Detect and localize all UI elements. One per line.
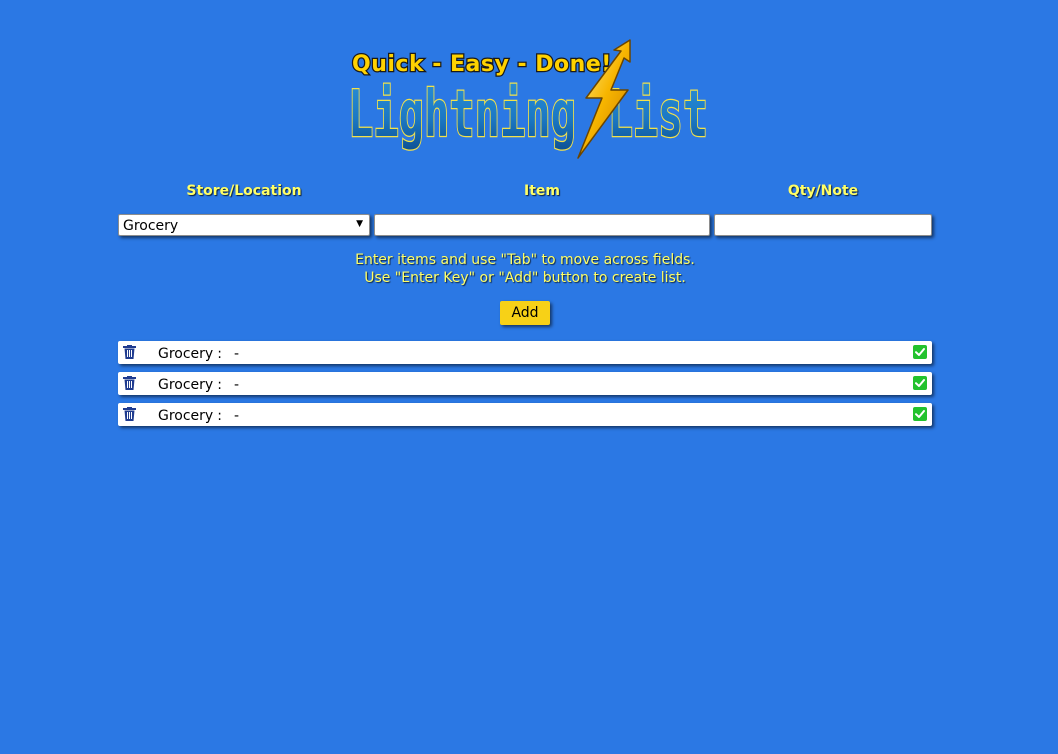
instructions-line-2: Use "Enter Key" or "Add" button to creat… xyxy=(364,270,686,286)
add-button[interactable]: Add xyxy=(500,301,550,325)
item-header: Item xyxy=(524,183,560,199)
check-box-icon[interactable] xyxy=(913,345,927,359)
instructions: Enter items and use "Tab" to move across… xyxy=(118,251,932,287)
list-item-dash: - xyxy=(234,346,240,362)
check-box-icon[interactable] xyxy=(913,376,927,390)
list-item: Grocery: - xyxy=(118,341,932,364)
trash-icon[interactable] xyxy=(123,407,136,421)
triangle-down-icon: ▼ xyxy=(356,219,363,229)
list-item: Grocery: - xyxy=(118,403,932,426)
list-item-dash: - xyxy=(234,377,240,393)
instructions-line-1: Enter items and use "Tab" to move across… xyxy=(355,252,695,268)
logo-tagline: Quick - Easy - Done! xyxy=(352,52,612,77)
trash-icon[interactable] xyxy=(123,376,136,390)
list-item-dash: - xyxy=(234,408,240,424)
trash-icon[interactable] xyxy=(123,345,136,359)
list-item-store: Grocery: xyxy=(158,346,222,362)
store-location-header: Store/Location xyxy=(186,183,302,199)
logo-name-part2: List xyxy=(608,78,708,152)
qty-note-header: Qty/Note xyxy=(787,183,859,199)
qty-note-input[interactable] xyxy=(714,214,932,236)
check-box-icon[interactable] xyxy=(913,407,927,421)
app-logo: Quick - Easy - Done! Lightning List xyxy=(346,38,712,164)
store-location-select[interactable]: Grocery ▼ xyxy=(118,214,370,236)
list-item-store: Grocery: xyxy=(158,377,222,393)
item-input[interactable] xyxy=(374,214,710,236)
store-location-select-value: Grocery xyxy=(123,218,179,234)
list-item: Grocery: - xyxy=(118,372,932,395)
logo-name-part1: Lightning xyxy=(348,78,576,152)
list-item-store: Grocery: xyxy=(158,408,222,424)
